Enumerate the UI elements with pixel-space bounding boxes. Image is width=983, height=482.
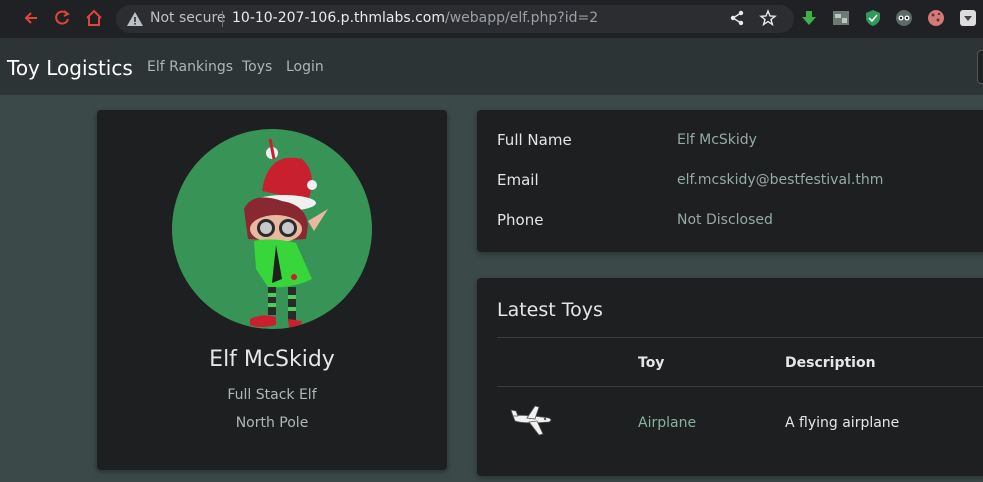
toy-link-airplane[interactable]: Airplane	[638, 415, 696, 431]
reload-icon[interactable]	[52, 8, 72, 28]
nav-link-toys[interactable]: Toys	[242, 59, 272, 75]
latest-toys-card: Latest Toys Toy Description Airplane A f…	[477, 278, 983, 476]
profile-card: Elf McSkidy Full Stack Elf North Pole	[97, 110, 447, 470]
nav-link-elf-rankings[interactable]: Elf Rankings	[147, 59, 233, 75]
home-icon[interactable]	[84, 8, 104, 28]
back-icon[interactable]	[22, 8, 42, 28]
phone-label: Phone	[497, 211, 544, 229]
column-header-description: Description	[785, 355, 876, 371]
star-icon[interactable]	[759, 9, 777, 27]
cookie-extension-icon[interactable]	[927, 9, 945, 27]
column-header-toy: Toy	[638, 355, 665, 371]
warning-icon[interactable]	[126, 10, 144, 28]
extension-icon[interactable]	[832, 9, 850, 27]
security-label[interactable]: Not secure	[150, 10, 226, 26]
latest-toys-title: Latest Toys	[497, 299, 603, 321]
share-icon[interactable]	[728, 9, 746, 27]
email-label: Email	[497, 171, 539, 189]
url-host: 10-10-207-106.p.thmlabs.com	[232, 10, 446, 26]
navbar-search-box[interactable]	[977, 50, 983, 84]
elf-illustration	[244, 138, 328, 329]
profile-name: Elf McSkidy	[209, 347, 335, 372]
toy-description: A flying airplane	[785, 415, 900, 431]
profile-role: Full Stack Elf	[227, 387, 317, 403]
url-path: /webapp/elf.php?id=2	[445, 10, 599, 26]
airplane-icon	[510, 405, 552, 436]
profile-location: North Pole	[235, 415, 309, 431]
site-navbar: Toy Logistics Elf Rankings Toys Login	[0, 38, 983, 95]
browser-toolbar: Not secure 10-10-207-106.p.thmlabs.com/w…	[0, 0, 983, 38]
address-separator	[222, 11, 223, 27]
shield-extension-icon[interactable]	[864, 9, 882, 27]
elf-avatar	[172, 129, 372, 329]
download-extension-icon[interactable]	[800, 9, 818, 27]
title-divider	[497, 337, 983, 338]
spy-extension-icon[interactable]	[895, 9, 913, 27]
email-value: elf.mcskidy@bestfestival.thm	[677, 172, 884, 188]
url-text[interactable]: 10-10-207-106.p.thmlabs.com/webapp/elf.p…	[232, 10, 598, 26]
details-card: Full Name Elf McSkidy Email elf.mcskidy@…	[477, 110, 983, 252]
brand-logo[interactable]: Toy Logistics	[7, 56, 133, 80]
header-divider	[497, 386, 983, 387]
full-name-value: Elf McSkidy	[677, 132, 757, 148]
phone-value: Not Disclosed	[677, 212, 773, 228]
nav-link-login[interactable]: Login	[286, 59, 324, 75]
menu-extension-icon[interactable]	[959, 9, 977, 27]
full-name-label: Full Name	[497, 131, 572, 149]
